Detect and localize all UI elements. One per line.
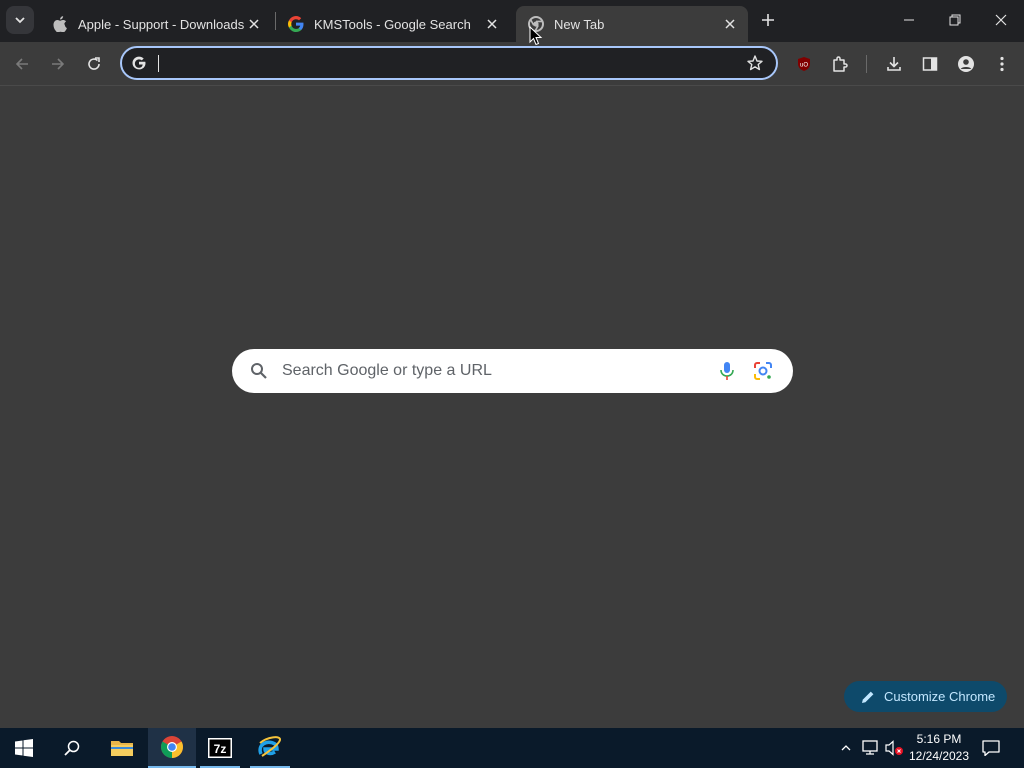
ntp-search-box[interactable] (232, 349, 793, 393)
close-icon[interactable] (720, 14, 740, 34)
side-panel-button[interactable] (915, 49, 945, 79)
arrow-right-icon (52, 58, 65, 70)
notification-icon (982, 740, 1000, 756)
text-caret (158, 55, 159, 72)
google-g-icon (131, 55, 147, 71)
reload-button[interactable] (79, 49, 109, 79)
close-icon (995, 14, 1007, 26)
search-icon (64, 740, 80, 756)
network-tray-button[interactable] (861, 738, 881, 758)
ublock-extension-button[interactable]: uO (789, 49, 819, 79)
taskbar-search-button[interactable] (48, 728, 96, 768)
mouse-cursor-icon (529, 26, 543, 46)
chrome-icon (161, 736, 183, 758)
minimize-button[interactable] (886, 0, 932, 40)
extensions-button[interactable] (825, 49, 855, 79)
tab-title: Apple - Support - Downloads (78, 16, 244, 32)
internet-explorer-button[interactable] (246, 728, 294, 768)
new-tab-button[interactable] (756, 8, 780, 32)
tab-title: New Tab (554, 16, 605, 32)
restore-icon (949, 14, 961, 26)
menu-button[interactable] (987, 49, 1017, 79)
tab-title: KMSTools - Google Search (314, 16, 471, 32)
action-center-button[interactable] (981, 738, 1001, 758)
pencil-icon (860, 689, 876, 705)
bookmark-star-icon[interactable] (746, 54, 764, 72)
svg-text:7z: 7z (214, 742, 227, 756)
reload-icon (88, 57, 100, 70)
ublock-icon: uO (798, 57, 810, 71)
close-icon[interactable] (244, 14, 264, 34)
start-button[interactable] (0, 728, 48, 768)
tab-search-button[interactable] (6, 6, 34, 34)
chrome-taskbar-button[interactable] (148, 728, 196, 768)
kebab-menu-icon (1000, 56, 1004, 72)
voice-search-icon[interactable] (716, 360, 738, 382)
google-lens-icon[interactable] (752, 360, 774, 382)
7zip-icon: 7z (208, 738, 232, 758)
close-icon[interactable] (482, 14, 502, 34)
taskbar: 7z 5:16 PM 12/24/2023 (0, 728, 1024, 768)
downloads-button[interactable] (879, 49, 909, 79)
clock-date: 12/24/2023 (908, 749, 970, 763)
address-bar[interactable] (120, 46, 778, 80)
system-clock[interactable]: 5:16 PM 12/24/2023 (904, 731, 974, 765)
volume-tray-button[interactable] (884, 738, 904, 758)
restore-button[interactable] (932, 0, 978, 40)
tab-strip: Apple - Support - Downloads KMSTools - G… (0, 0, 1024, 42)
minimize-icon (904, 19, 914, 21)
plus-icon (762, 14, 774, 26)
puzzle-icon (833, 56, 848, 72)
tab-kmstools-search[interactable]: KMSTools - Google Search (276, 6, 510, 42)
chevron-down-icon (15, 17, 25, 24)
internet-explorer-icon (258, 736, 281, 757)
address-input[interactable] (156, 53, 736, 73)
tab-apple-support[interactable]: Apple - Support - Downloads (40, 6, 272, 42)
show-hidden-icons-button[interactable] (836, 738, 856, 758)
avatar-icon (958, 56, 974, 72)
network-icon (862, 740, 878, 755)
apple-icon (52, 16, 68, 32)
download-icon (887, 57, 901, 71)
svg-text:uO: uO (800, 63, 808, 69)
chevron-up-icon (841, 745, 851, 751)
customize-chrome-button[interactable]: Customize Chrome (844, 681, 1007, 712)
search-icon (250, 362, 268, 380)
file-explorer-button[interactable] (98, 728, 146, 768)
close-window-button[interactable] (978, 0, 1024, 40)
volume-muted-icon (885, 740, 903, 756)
toolbar-divider (866, 55, 867, 73)
7zip-taskbar-button[interactable]: 7z (196, 728, 244, 768)
profile-button[interactable] (951, 49, 981, 79)
toolbar: uO (0, 42, 1024, 86)
google-g-icon (288, 16, 304, 32)
clock-time: 5:16 PM (916, 732, 962, 746)
back-button[interactable] (7, 49, 37, 79)
side-panel-icon (922, 57, 938, 71)
customize-chrome-label: Customize Chrome (884, 689, 996, 704)
tab-new-tab[interactable]: New Tab (516, 6, 748, 42)
arrow-left-icon (15, 58, 28, 70)
forward-button[interactable] (43, 49, 73, 79)
folder-icon (111, 741, 133, 756)
windows-logo-icon (15, 739, 33, 757)
ntp-search-input[interactable] (282, 360, 702, 382)
